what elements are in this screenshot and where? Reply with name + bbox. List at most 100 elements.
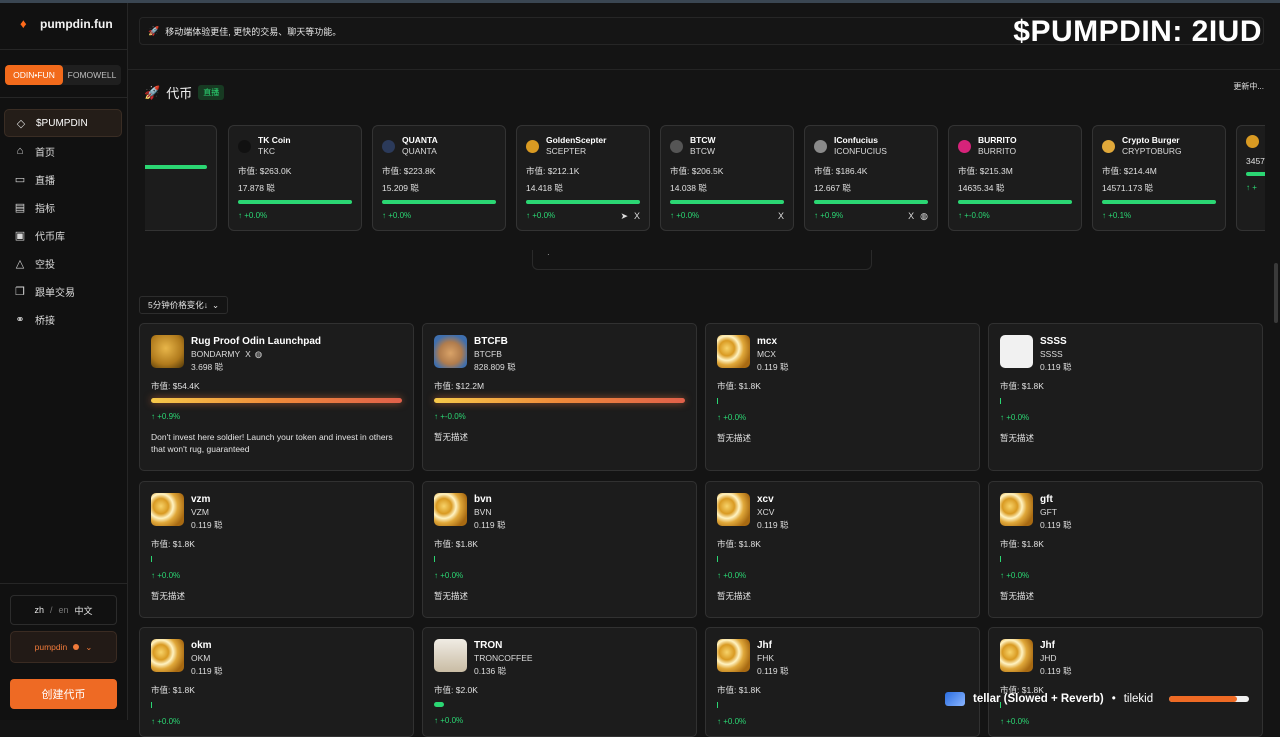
globe-icon[interactable]: ◍ [255, 349, 262, 359]
sort-dropdown[interactable]: 5分钟价格变化↓ ⌄ [139, 296, 229, 314]
holding-amount: 0.119 聪 [1040, 666, 1072, 676]
ticker-card[interactable]: GoldenScepter SCEPTER 市值: $212.1K 14.418 聪 ↑… [516, 125, 650, 231]
bonding-progress [382, 200, 496, 204]
holding-amount: 0.119 聪 [757, 362, 789, 372]
bonding-progress [717, 398, 718, 404]
token-card[interactable]: vzm VZM 0.119 聪市值: $1.8K ↑ +0.0% 暂无描述 [139, 481, 414, 618]
sidebar-item-3[interactable]: ▤ 指标 [4, 193, 122, 221]
token-symbol: GFT [1040, 507, 1057, 517]
x-icon[interactable]: X [245, 349, 251, 359]
token-logo-icon [670, 139, 683, 153]
holding-amount: 14635.34 聪 [958, 183, 1005, 193]
sidebar-item-0[interactable]: ◇ $PUMPDIN [4, 109, 122, 137]
price-change: ↑ +0.0% [434, 571, 464, 580]
bonding-progress [1000, 556, 1001, 562]
x-icon[interactable]: X [908, 211, 914, 222]
token-card[interactable]: TRON TRONCOFFEE 0.136 聪市值: $2.0K ↑ +0.0% [422, 627, 697, 737]
ticker-card[interactable]: BTCW BTCW 市值: $206.5K 14.038 聪 ↑ +0.0% X [660, 125, 794, 231]
token-name: TK Coin [258, 135, 291, 145]
token-description: 暂无描述 [1000, 433, 1035, 443]
x-icon[interactable]: X [634, 211, 640, 222]
token-logo-icon [1000, 493, 1033, 526]
lang-current: 中文 [74, 605, 93, 616]
market-cap: 市值: $12.2M [434, 381, 485, 391]
price-change: ↑ +0.0% [151, 571, 181, 580]
sidebar-item-label: 直播 [35, 175, 55, 187]
scrollbar-thumb[interactable] [1274, 263, 1278, 323]
ticker-card[interactable]: Crypto Burger CRYPTOBURG 市值: $214.4M 14571.… [1092, 125, 1226, 231]
globe-icon[interactable]: ◍ [920, 211, 928, 222]
token-card[interactable]: mcx MCX 0.119 聪市值: $1.8K ↑ +0.0% 暂无描述 [705, 323, 980, 471]
price-change: ↑ +0.1% [1102, 211, 1132, 220]
holding-amount: 0.119 聪 [757, 666, 789, 676]
bonding-progress [434, 702, 445, 707]
market-cap: 市值: $263.0K [238, 166, 292, 176]
price-change: ↑ +0.0% [717, 413, 747, 422]
segment-fomowell[interactable]: FOMOWELL [63, 65, 121, 85]
token-name: GoldenScepter [546, 135, 607, 145]
price-change: ↑ +0.0% [434, 716, 464, 725]
airdrop-icon: △ [15, 257, 25, 270]
token-logo-icon [434, 639, 467, 672]
token-card[interactable]: bvn BVN 0.119 聪市值: $1.8K ↑ +0.0% 暂无描述 [422, 481, 697, 618]
token-card[interactable]: Rug Proof Odin Launchpad BONDARMY X ◍ 3.698 … [139, 323, 414, 471]
token-card[interactable]: SSSS SSSS 0.119 聪市值: $1.8K ↑ +0.0% 暂无描述 [988, 323, 1263, 471]
token-symbol: OKM [191, 653, 211, 663]
token-name: mcx [757, 336, 778, 347]
sidebar-item-1[interactable]: ⌂ 首页 [4, 137, 122, 165]
create-token-button[interactable]: 创建代币 [10, 679, 117, 709]
sidebar-item-4[interactable]: ▣ 代币库 [4, 221, 122, 249]
sidebar-item-label: 跟单交易 [35, 287, 75, 299]
holding-amount: 3457 [1246, 156, 1265, 166]
sidebar-item-6[interactable]: ❐ 跟单交易 [4, 277, 122, 305]
price-change: ↑ +0.0% [526, 211, 556, 220]
token-description: 暂无描述 [717, 433, 752, 443]
holding-amount: 828.809 聪 [474, 362, 516, 372]
ticker-card[interactable]: PEPE [145, 125, 217, 231]
ticker-card[interactable]: QUANTA QUANTA 市值: $223.8K 15.209 聪 ↑ +0.0% [372, 125, 506, 231]
token-ticker[interactable]: PEPE TK CoinTKC 市值: $263.0K 17.878 聪 ↑ +0.0%… [145, 125, 1265, 243]
price-change: ↑ +0.9% [151, 412, 181, 421]
token-card[interactable]: xcv XCV 0.119 聪市值: $1.8K ↑ +0.0% 暂无描述 [705, 481, 980, 618]
bonding-progress [717, 556, 718, 562]
sidebar-item-7[interactable]: ⚭ 桥接 [4, 305, 122, 333]
ticker-card[interactable]: BURRITO BURRITO 市值: $215.3M 14635.34 聪 ↑ +-0… [948, 125, 1082, 231]
token-card[interactable]: Jhf JHD 0.119 聪市值: $1.8K ↑ +0.0% [988, 627, 1263, 737]
market-cap: 市值: $1.8K [151, 685, 195, 695]
lang-en[interactable]: en [59, 605, 69, 615]
brand-name: pumpdin.fun [40, 17, 113, 31]
token-logo-icon [238, 139, 251, 153]
token-card[interactable]: Jhf FHK 0.119 聪市值: $1.8K ↑ +0.0% [705, 627, 980, 737]
chart-icon: ▤ [14, 201, 26, 214]
token-symbol: SSSS [1040, 349, 1063, 359]
token-card[interactable]: gft GFT 0.119 聪市值: $1.8K ↑ +0.0% 暂无描述 [988, 481, 1263, 618]
language-switcher[interactable]: zh / en 中文 [10, 595, 117, 625]
ticker-card[interactable]: IConfucius ICONFUCIUS 市值: $186.4K 12.667 聪 ↑… [804, 125, 938, 231]
sort-label: 5分钟价格变化↓ [148, 300, 208, 310]
brand[interactable]: ♦ pumpdin.fun [20, 17, 113, 32]
token-name: BURRITO [978, 135, 1017, 145]
telegram-icon[interactable]: ➤ [620, 211, 628, 222]
playback-progress[interactable] [1169, 696, 1250, 702]
account-dropdown[interactable]: pumpdin ⌄ [10, 631, 117, 663]
token-description: Don't invest here soldier! Launch your t… [151, 432, 393, 454]
sidebar-item-label: $PUMPDIN [36, 117, 88, 129]
token-logo-icon [1246, 135, 1259, 148]
ticker-card[interactable]: 3457 ↑ + [1236, 125, 1265, 231]
token-logo-icon [958, 139, 971, 153]
player-separator: • [1111, 693, 1116, 705]
holding-amount: 3.698 聪 [191, 362, 224, 372]
segment-odin-fun[interactable]: ODIN•FUN [5, 65, 63, 85]
price-change: ↑ +-0.0% [434, 412, 466, 421]
lang-zh[interactable]: zh [34, 605, 44, 615]
market-cap: 市值: $1.8K [151, 539, 195, 549]
sidebar-item-2[interactable]: ▭ 直播 [4, 165, 122, 193]
token-card[interactable]: okm OKM 0.119 聪市值: $1.8K ↑ +0.0% [139, 627, 414, 737]
token-symbol: QUANTA [402, 146, 437, 156]
token-card[interactable]: BTCFB BTCFB 828.809 聪市值: $12.2M ↑ +-0.0% 暂无描… [422, 323, 697, 471]
x-icon[interactable]: X [778, 211, 784, 221]
price-change: ↑ +0.0% [382, 211, 412, 220]
divider [128, 69, 1280, 70]
ticker-card[interactable]: TK Coin TKC 市值: $263.0K 17.878 聪 ↑ +0.0% [228, 125, 362, 231]
sidebar-item-5[interactable]: △ 空投 [4, 249, 122, 277]
